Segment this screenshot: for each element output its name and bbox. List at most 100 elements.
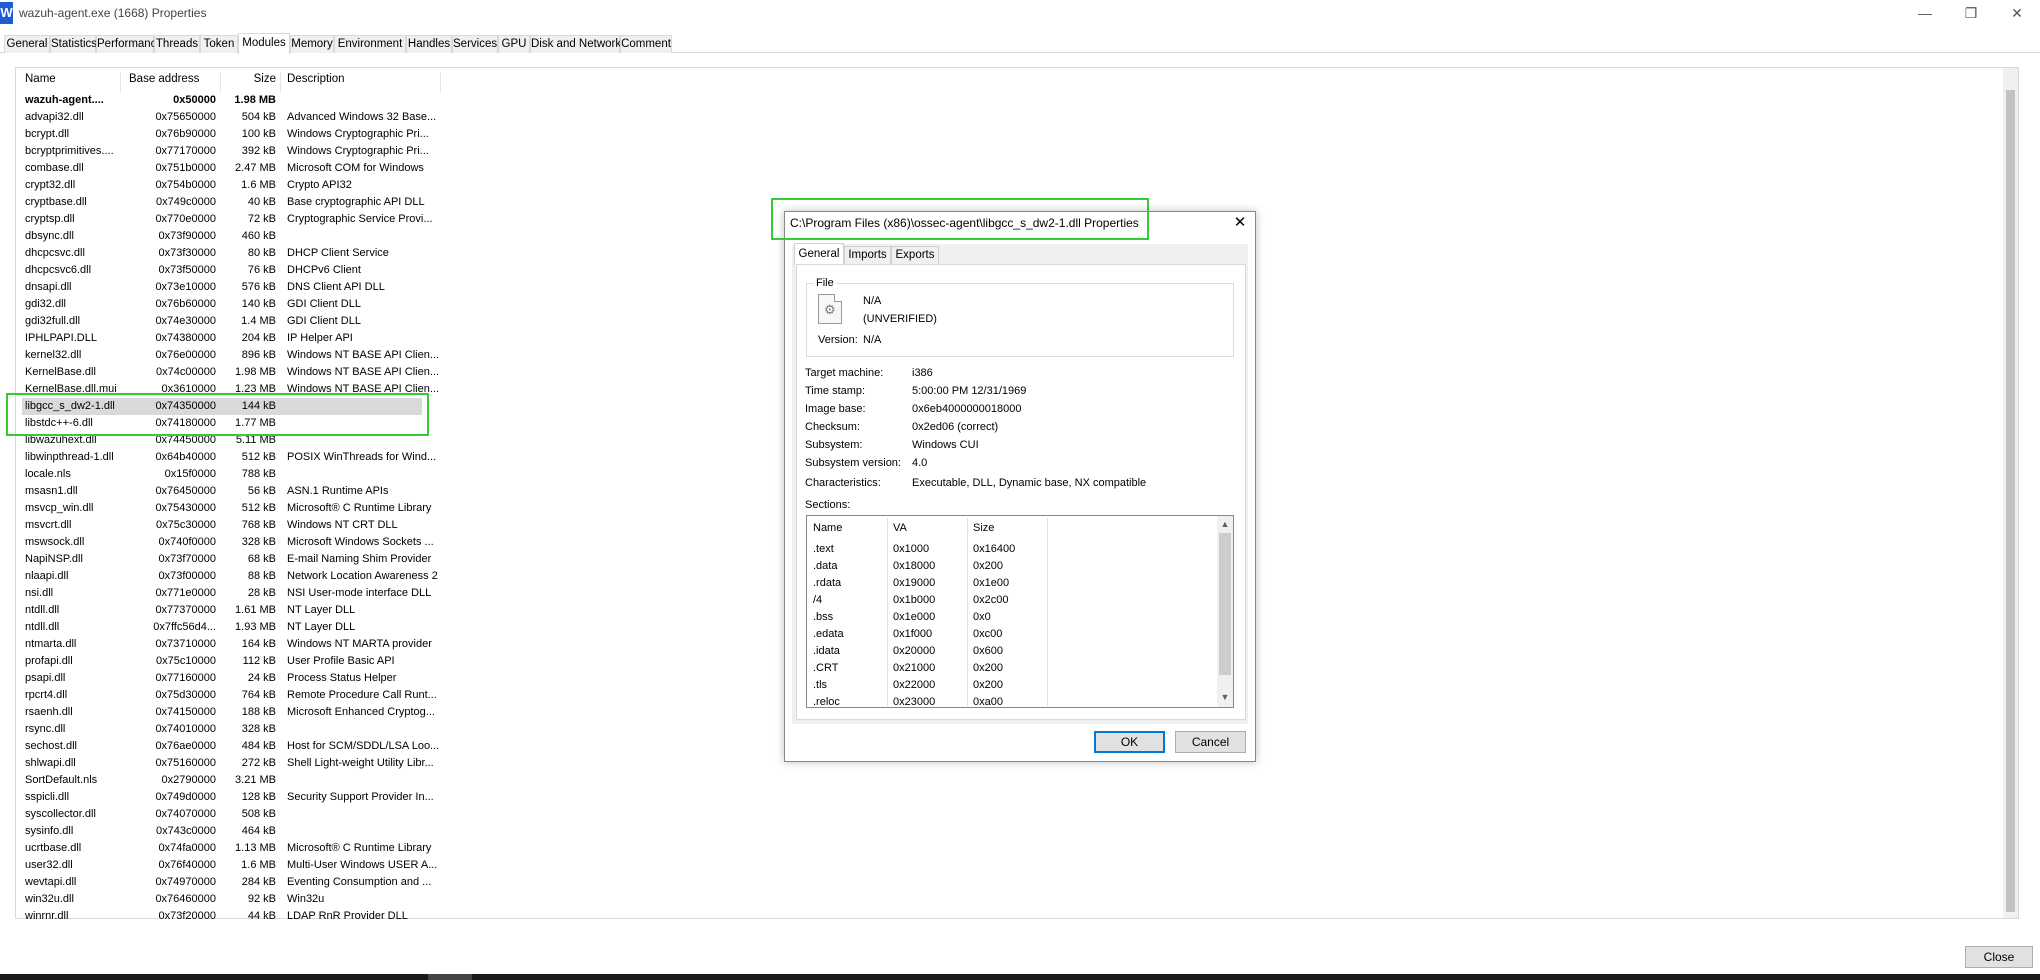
module-row[interactable]: cryptbase.dll 0x749c0000 40 kB Base cryptog…: [22, 194, 425, 211]
close-icon[interactable]: ✕: [1228, 213, 1252, 233]
sections-header-name[interactable]: Name: [813, 522, 842, 534]
restore-icon[interactable]: ❐: [1948, 0, 1994, 28]
module-row[interactable]: bcryptprimitives.... 0x77170000 392 kB Wind…: [22, 143, 429, 160]
module-row[interactable]: locale.nls 0x15f0000 788 kB: [22, 466, 422, 483]
module-row[interactable]: dhcpcsvc6.dll 0x73f50000 76 kB DHCPv6 Clien…: [22, 262, 422, 279]
module-row[interactable]: sechost.dll 0x76ae0000 484 kB Host for SCM/…: [22, 738, 439, 755]
module-row[interactable]: combase.dll 0x751b0000 2.47 MB Microsoft CO…: [22, 160, 424, 177]
dialog-tab-imports[interactable]: Imports: [844, 246, 891, 264]
module-row[interactable]: cryptsp.dll 0x770e0000 72 kB Cryptographic …: [22, 211, 433, 228]
tab-environment[interactable]: Environment: [334, 35, 406, 53]
module-row[interactable]: gdi32full.dll 0x74e30000 1.4 MB GDI Client …: [22, 313, 422, 330]
column-header-size[interactable]: Size: [221, 72, 281, 92]
module-row[interactable]: KernelBase.dll 0x74c00000 1.98 MB Windows N…: [22, 364, 439, 381]
tab-comment[interactable]: Comment: [620, 35, 672, 53]
tab-gpu[interactable]: GPU: [498, 35, 530, 53]
module-row[interactable]: ntdll.dll 0x77370000 1.61 MB NT Layer DLL: [22, 602, 422, 619]
module-row[interactable]: SortDefault.nls 0x2790000 3.21 MB: [22, 772, 422, 789]
module-row[interactable]: bcrypt.dll 0x76b90000 100 kB Windows Crypto…: [22, 126, 429, 143]
module-row[interactable]: shlwapi.dll 0x75160000 272 kB Shell Light-w…: [22, 755, 434, 772]
tab-handles[interactable]: Handles: [406, 35, 452, 53]
module-row[interactable]: wazuh-agent.... 0x50000 1.98 MB: [22, 92, 422, 109]
dialog-tab-exports[interactable]: Exports: [891, 246, 939, 264]
module-size: 140 kB: [241, 298, 276, 310]
scroll-down-arrow-icon[interactable]: ▼: [1217, 692, 1233, 702]
module-row[interactable]: rsync.dll 0x74010000 328 kB: [22, 721, 422, 738]
module-row[interactable]: dnsapi.dll 0x73e10000 576 kB DNS Client API…: [22, 279, 422, 296]
module-row[interactable]: syscollector.dll 0x74070000 508 kB: [22, 806, 422, 823]
minimize-icon[interactable]: —: [1902, 0, 1948, 28]
tab-services[interactable]: Services: [452, 35, 498, 53]
cancel-button[interactable]: Cancel: [1175, 731, 1246, 753]
module-row[interactable]: crypt32.dll 0x754b0000 1.6 MB Crypto API32: [22, 177, 422, 194]
module-name: win32u.dll: [25, 893, 74, 905]
module-row[interactable]: ucrtbase.dll 0x74fa0000 1.13 MB Microsoft® …: [22, 840, 431, 857]
modules-scrollbar-thumb[interactable]: [2006, 90, 2015, 912]
tab-modules[interactable]: Modules: [238, 33, 290, 54]
sections-scrollbar-thumb[interactable]: [1219, 533, 1231, 675]
module-row[interactable]: winrnr.dll 0x73f20000 44 kB LDAP RnR Provid…: [22, 908, 422, 925]
module-row[interactable]: msvcp_win.dll 0x75430000 512 kB Microsoft® …: [22, 500, 431, 517]
module-base: 0x76b60000: [155, 298, 216, 310]
module-desc: Microsoft® C Runtime Library: [287, 502, 432, 514]
section-name: .CRT: [813, 662, 839, 674]
module-row[interactable]: win32u.dll 0x76460000 92 kB Win32u: [22, 891, 422, 908]
module-row[interactable]: gdi32.dll 0x76b60000 140 kB GDI Client DLL: [22, 296, 422, 313]
module-base: 0x64b40000: [155, 451, 216, 463]
module-size: 512 kB: [241, 502, 276, 514]
module-row[interactable]: nlaapi.dll 0x73f00000 88 kB Network Locatio…: [22, 568, 438, 585]
section-name: .rdata: [813, 577, 842, 589]
module-row[interactable]: psapi.dll 0x77160000 24 kB Process Status H…: [22, 670, 422, 687]
sections-header-size[interactable]: Size: [973, 522, 994, 534]
module-row[interactable]: mswsock.dll 0x740f0000 328 kB Microsoft Win…: [22, 534, 434, 551]
module-row[interactable]: wevtapi.dll 0x74970000 284 kB Eventing Cons…: [22, 874, 431, 891]
module-size: 72 kB: [247, 213, 276, 225]
module-row[interactable]: user32.dll 0x76f40000 1.6 MB Multi-User Win…: [22, 857, 437, 874]
module-row[interactable]: sysinfo.dll 0x743c0000 464 kB: [22, 823, 422, 840]
tab-general[interactable]: General: [4, 35, 50, 53]
module-name: msasn1.dll: [25, 485, 78, 497]
close-button[interactable]: Close: [1965, 946, 2033, 968]
module-row[interactable]: NapiNSP.dll 0x73f70000 68 kB E-mail Naming …: [22, 551, 431, 568]
module-size: 1.61 MB: [235, 604, 276, 616]
column-header-base-address[interactable]: Base address: [121, 72, 221, 92]
section-name: .idata: [813, 645, 840, 657]
module-row[interactable]: msasn1.dll 0x76450000 56 kB ASN.1 Runtime A…: [22, 483, 422, 500]
tab-token[interactable]: Token: [200, 35, 238, 53]
highlight-box-dialog-title: [771, 198, 1149, 240]
module-row[interactable]: sspicli.dll 0x749d0000 128 kB Security Supp…: [22, 789, 434, 806]
module-name: dhcpcsvc.dll: [25, 247, 85, 259]
column-header-name[interactable]: Name: [22, 72, 121, 92]
module-row[interactable]: nsi.dll 0x771e0000 28 kB NSI User-mode inte…: [22, 585, 431, 602]
module-row[interactable]: dhcpcsvc.dll 0x73f30000 80 kB DHCP Client S…: [22, 245, 422, 262]
module-row[interactable]: rpcrt4.dll 0x75d30000 764 kB Remote Procedu…: [22, 687, 437, 704]
module-size: 28 kB: [247, 587, 276, 599]
module-row[interactable]: rsaenh.dll 0x74150000 188 kB Microsoft Enha…: [22, 704, 435, 721]
module-size: 188 kB: [241, 706, 276, 718]
property-value: 0x6eb4000000018000: [912, 403, 1022, 415]
tab-threads[interactable]: Threads: [154, 35, 200, 53]
module-base: 0x76450000: [155, 485, 216, 497]
ok-button[interactable]: OK: [1094, 731, 1165, 753]
sections-header-va[interactable]: VA: [893, 522, 907, 534]
tab-statistics[interactable]: Statistics: [50, 35, 97, 53]
module-row[interactable]: profapi.dll 0x75c10000 112 kB User Profile …: [22, 653, 422, 670]
module-row[interactable]: dbsync.dll 0x73f90000 460 kB: [22, 228, 422, 245]
module-row[interactable]: msvcrt.dll 0x75c30000 768 kB Windows NT CRT…: [22, 517, 422, 534]
module-row[interactable]: advapi32.dll 0x75650000 504 kB Advanced Win…: [22, 109, 436, 126]
module-row[interactable]: ntmarta.dll 0x73710000 164 kB Windows NT MA…: [22, 636, 432, 653]
tab-disk-and-network[interactable]: Disk and Network: [530, 35, 621, 53]
module-size: 44 kB: [247, 910, 276, 922]
tab-performance[interactable]: Performance: [96, 35, 163, 53]
close-icon[interactable]: ✕: [1994, 0, 2040, 28]
dialog-tab-general[interactable]: General: [794, 243, 844, 265]
module-row[interactable]: IPHLPAPI.DLL 0x74380000 204 kB IP Helper AP…: [22, 330, 422, 347]
column-header-description[interactable]: Description: [281, 72, 441, 92]
scroll-up-arrow-icon[interactable]: ▲: [1217, 519, 1233, 529]
module-name: NapiNSP.dll: [25, 553, 83, 565]
module-row[interactable]: ntdll.dll 0x7ffc56d4... 1.93 MB NT Layer DL…: [22, 619, 422, 636]
modules-list-header: Name Base address Size Description: [22, 72, 441, 92]
module-row[interactable]: kernel32.dll 0x76e00000 896 kB Windows NT B…: [22, 347, 439, 364]
module-row[interactable]: libwinpthread-1.dll 0x64b40000 512 kB POSIX…: [22, 449, 436, 466]
tab-memory[interactable]: Memory: [290, 35, 334, 53]
